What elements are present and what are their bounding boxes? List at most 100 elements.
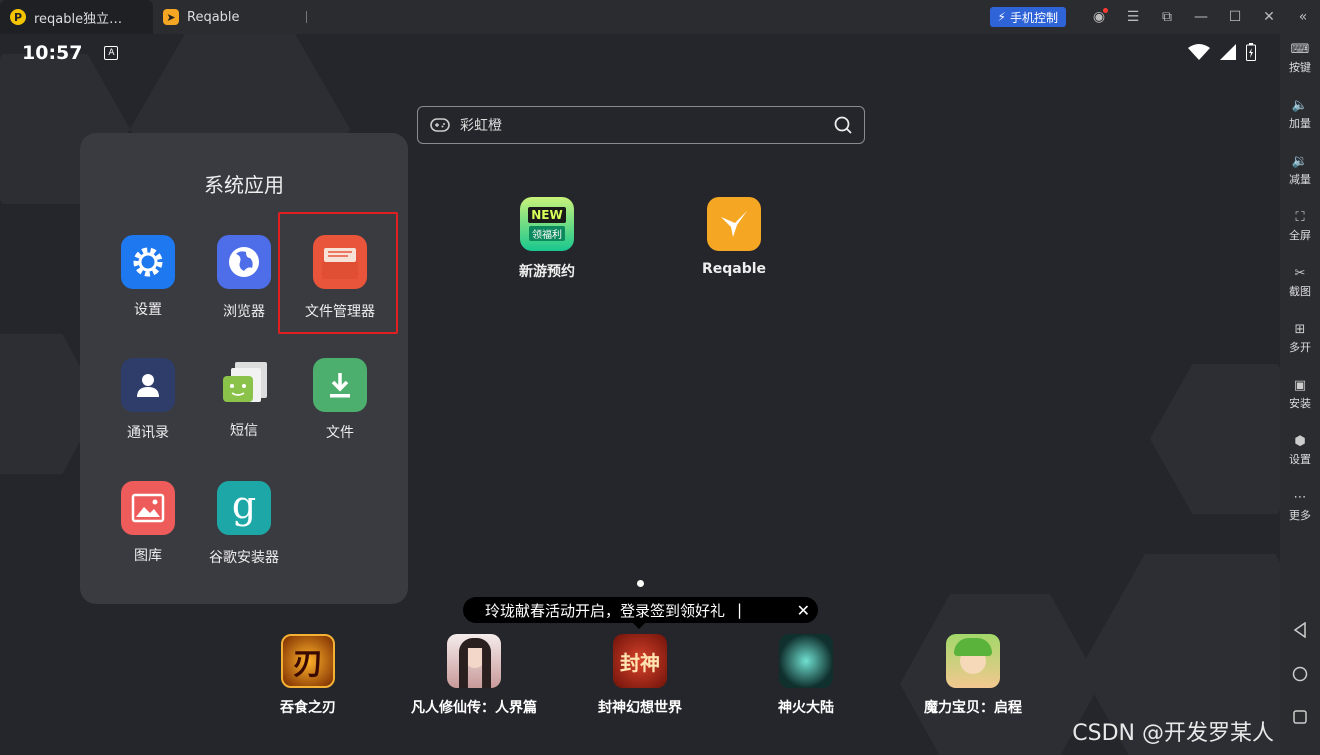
popout-button[interactable]: ⧉ xyxy=(1150,0,1184,34)
game-immortal-icon xyxy=(447,634,501,688)
sidebar-label: 设置 xyxy=(1289,453,1311,466)
status-clock: 10:57 xyxy=(22,42,83,64)
sidebar-item-volume-up[interactable]: 🔈 加量 xyxy=(1280,98,1320,131)
sidebar-label: 加量 xyxy=(1289,117,1311,130)
nav-home-button[interactable] xyxy=(1280,666,1320,682)
reqable-hummingbird-icon xyxy=(707,197,761,251)
sidebar-item-screenshot[interactable]: ✂ 截图 xyxy=(1280,266,1320,299)
menu-button[interactable]: ☰ xyxy=(1116,0,1150,34)
app-files[interactable]: 文件 xyxy=(292,358,388,442)
sidebar-item-more[interactable]: ⋯ 更多 xyxy=(1280,490,1320,523)
tab-reqable-standalone[interactable]: P reqable独立… xyxy=(0,0,153,34)
app-label: Reqable xyxy=(701,261,767,277)
settings-icon: ⬢ xyxy=(1294,433,1306,449)
tab-divider xyxy=(305,11,307,23)
back-triangle-icon xyxy=(1293,622,1306,638)
more-icon: ⋯ xyxy=(1293,489,1307,505)
search-icon[interactable] xyxy=(834,116,852,134)
banner-pointer xyxy=(633,623,645,629)
search-bar[interactable]: 彩虹橙 xyxy=(417,106,865,144)
sidebar-item-multi-instance[interactable]: ⊞ 多开 xyxy=(1280,322,1320,355)
home-circle-icon xyxy=(1292,666,1308,682)
tab-label: Reqable xyxy=(187,9,240,25)
wifi-icon xyxy=(1188,44,1210,60)
app-contacts[interactable]: 通讯录 xyxy=(100,358,196,442)
multi-instance-icon: ⊞ xyxy=(1294,321,1306,337)
maximize-button[interactable]: ☐ xyxy=(1218,0,1252,34)
sidebar-label: 按键 xyxy=(1289,61,1311,74)
sidebar-item-keys[interactable]: ⌨ 按键 xyxy=(1280,42,1320,75)
banner-close-icon[interactable]: ✕ xyxy=(797,601,810,620)
reqable-logo-icon: ➤ xyxy=(163,9,179,25)
minimize-icon: — xyxy=(1194,9,1208,25)
volume-down-icon: 🔉 xyxy=(1291,153,1309,169)
sidebar-label: 减量 xyxy=(1289,173,1311,186)
sidebar-item-volume-down[interactable]: 🔉 减量 xyxy=(1280,154,1320,187)
settings-gear-icon xyxy=(121,235,175,289)
app-reqable[interactable]: Reqable xyxy=(679,197,789,277)
game-ghost-rider-icon xyxy=(779,634,833,688)
system-apps-folder: 系统应用 设置 浏览器 文件管理器 通讯录 短信 文件 图库 g 谷歌安装器 xyxy=(80,133,408,604)
app-messages[interactable]: 短信 xyxy=(196,358,292,440)
nav-back-button[interactable] xyxy=(1280,622,1320,638)
messages-robot-icon xyxy=(217,358,271,412)
dock-app-moli[interactable]: 魔力宝贝：启程 xyxy=(893,634,1053,717)
scissors-icon: ✂ xyxy=(1294,265,1306,281)
fullscreen-icon: ⛶ xyxy=(1295,209,1305,225)
sidebar-label: 更多 xyxy=(1289,509,1311,522)
nav-recents-button[interactable] xyxy=(1280,710,1320,724)
volume-up-icon: 🔈 xyxy=(1291,97,1309,113)
close-button[interactable]: ✕ xyxy=(1252,0,1286,34)
dock-app-shenhuo[interactable]: 神火大陆 xyxy=(726,634,886,717)
popout-icon: ⧉ xyxy=(1162,9,1172,25)
app-new-game-preorder[interactable]: NEW 领福利 新游预约 xyxy=(492,197,602,281)
recents-square-icon xyxy=(1293,710,1307,724)
tab-reqable[interactable]: ➤ Reqable xyxy=(153,0,317,34)
window-titlebar: P reqable独立… ➤ Reqable ⚡ 手机控制 ◉ ☰ ⧉ — ☐ … xyxy=(0,0,1320,34)
sidebar-label: 安装 xyxy=(1289,397,1311,410)
app-label: 凡人修仙传：人界篇 xyxy=(411,700,537,716)
phone-control-button[interactable]: ⚡ 手机控制 xyxy=(989,7,1066,27)
close-icon: ✕ xyxy=(1263,9,1275,25)
page-indicator-dot xyxy=(637,580,644,587)
sidebar-item-fullscreen[interactable]: ⛶ 全屏 xyxy=(1280,210,1320,243)
sidebar-item-settings[interactable]: ⬢ 设置 xyxy=(1280,434,1320,467)
phone-control-label: 手机控制 xyxy=(1009,10,1058,25)
banner-text: 玲珑献春活动开启，登录签到领好礼 xyxy=(485,601,726,620)
battery-icon xyxy=(1246,43,1256,61)
dock-app-fengshen[interactable]: 封神 封神幻想世界 xyxy=(560,634,720,717)
app-label: 图库 xyxy=(134,548,162,564)
minimize-button[interactable]: — xyxy=(1184,0,1218,34)
keyboard-icon: ⌨ xyxy=(1290,41,1310,57)
sidebar-label: 截图 xyxy=(1289,285,1311,298)
app-label: 通讯录 xyxy=(127,425,169,441)
lightning-icon: ⚡ xyxy=(997,10,1006,24)
search-text: 彩虹橙 xyxy=(460,118,502,134)
dock-app-fanren[interactable]: 凡人修仙传：人界篇 xyxy=(394,634,554,717)
welfare-badge: 领福利 xyxy=(529,226,565,241)
globe-icon xyxy=(217,235,271,289)
collapse-sidebar-button[interactable]: « xyxy=(1286,0,1320,34)
highlight-box xyxy=(278,212,398,334)
folder-title: 系统应用 xyxy=(204,173,284,197)
sidebar-item-install[interactable]: ▣ 安装 xyxy=(1280,378,1320,411)
app-gallery[interactable]: 图库 xyxy=(100,481,196,565)
app-label: 新游预约 xyxy=(519,264,575,280)
status-bar: 10:57 A xyxy=(0,34,1280,72)
notification-dot xyxy=(1103,8,1108,13)
android-screen: 10:57 A 彩虹橙 系统应用 设置 浏览器 文件管理器 通讯录 短信 文件 … xyxy=(0,34,1280,755)
app-label: 封神幻想世界 xyxy=(598,700,682,716)
sidebar-label: 全屏 xyxy=(1289,229,1311,242)
hamburger-icon: ☰ xyxy=(1126,9,1140,25)
app-label: 神火大陆 xyxy=(778,700,834,716)
app-google-installer[interactable]: g 谷歌安装器 xyxy=(196,481,292,567)
dock-app-tunshi[interactable]: 刃 吞食之刃 xyxy=(228,634,388,717)
app-settings[interactable]: 设置 xyxy=(100,235,196,319)
promo-banner[interactable]: 玲珑献春活动开启，登录签到领好礼 | ✕ xyxy=(463,597,818,623)
double-chevron-left-icon: « xyxy=(1298,9,1308,25)
app-label: 短信 xyxy=(230,423,258,439)
gallery-picture-icon xyxy=(121,481,175,535)
account-button[interactable]: ◉ xyxy=(1082,0,1116,34)
emulator-sidebar: ⌨ 按键 🔈 加量 🔉 减量 ⛶ 全屏 ✂ 截图 ⊞ 多开 ▣ 安装 ⬢ 设置 … xyxy=(1280,34,1320,755)
tab-label: reqable独立… xyxy=(34,11,123,27)
